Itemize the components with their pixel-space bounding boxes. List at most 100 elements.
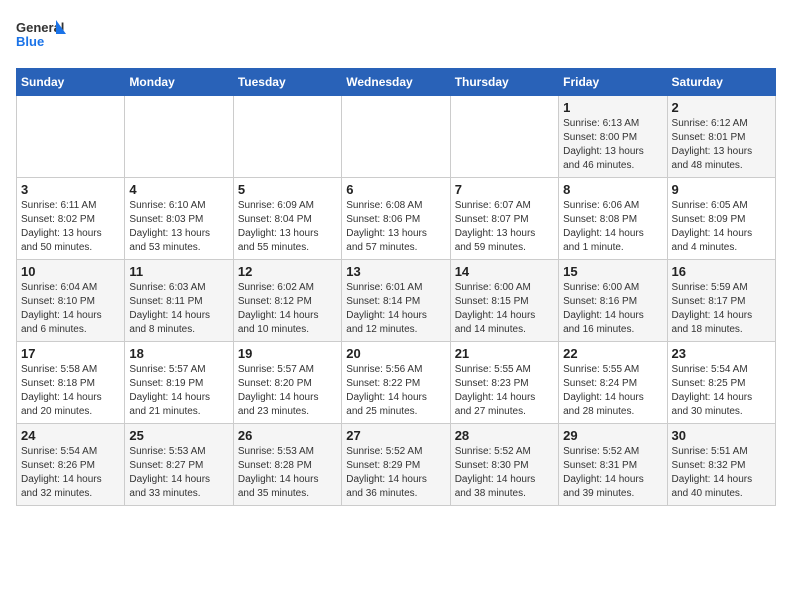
day-info: Sunrise: 6:03 AM Sunset: 8:11 PM Dayligh…: [129, 281, 228, 337]
day-info: Sunrise: 5:55 AM Sunset: 8:24 PM Dayligh…: [563, 363, 662, 419]
calendar-cell: 23 Sunrise: 5:54 AM Sunset: 8:25 PM Dayli…: [667, 342, 775, 424]
day-number: 2: [672, 100, 771, 115]
day-info: Sunrise: 6:02 AM Sunset: 8:12 PM Dayligh…: [238, 281, 337, 337]
day-number: 27: [346, 428, 445, 443]
day-info: Sunrise: 5:55 AM Sunset: 8:23 PM Dayligh…: [455, 363, 554, 419]
header-day-tuesday: Tuesday: [233, 69, 341, 96]
logo-svg: General Blue: [16, 16, 66, 58]
day-info: Sunrise: 5:52 AM Sunset: 8:30 PM Dayligh…: [455, 445, 554, 501]
calendar-cell: 2 Sunrise: 6:12 AM Sunset: 8:01 PM Daylig…: [667, 96, 775, 178]
day-info: Sunrise: 5:54 AM Sunset: 8:25 PM Dayligh…: [672, 363, 771, 419]
day-info: Sunrise: 6:08 AM Sunset: 8:06 PM Dayligh…: [346, 199, 445, 255]
calendar-week-row: 3Sunrise: 6:11 AM Sunset: 8:02 PM Daylig…: [17, 178, 776, 260]
day-info: Sunrise: 6:13 AM Sunset: 8:00 PM Dayligh…: [563, 117, 662, 173]
calendar-cell: 5 Sunrise: 6:09 AM Sunset: 8:04 PM Daylig…: [233, 178, 341, 260]
calendar-cell: 6Sunrise: 6:08 AM Sunset: 8:06 PM Daylig…: [342, 178, 450, 260]
calendar-cell: 15 Sunrise: 6:00 AM Sunset: 8:16 PM Dayli…: [559, 260, 667, 342]
calendar-cell: 11 Sunrise: 6:03 AM Sunset: 8:11 PM Dayli…: [125, 260, 233, 342]
day-number: 22: [563, 346, 662, 361]
day-info: Sunrise: 5:53 AM Sunset: 8:28 PM Dayligh…: [238, 445, 337, 501]
calendar-cell: 22 Sunrise: 5:55 AM Sunset: 8:24 PM Dayli…: [559, 342, 667, 424]
calendar-cell: 13 Sunrise: 6:01 AM Sunset: 8:14 PM Dayli…: [342, 260, 450, 342]
header-day-wednesday: Wednesday: [342, 69, 450, 96]
day-number: 17: [21, 346, 120, 361]
day-info: Sunrise: 5:52 AM Sunset: 8:29 PM Dayligh…: [346, 445, 445, 501]
header-day-friday: Friday: [559, 69, 667, 96]
day-number: 13: [346, 264, 445, 279]
calendar-cell: [450, 96, 558, 178]
day-info: Sunrise: 6:07 AM Sunset: 8:07 PM Dayligh…: [455, 199, 554, 255]
calendar-cell: [233, 96, 341, 178]
day-number: 12: [238, 264, 337, 279]
calendar-cell: 7Sunrise: 6:07 AM Sunset: 8:07 PM Daylig…: [450, 178, 558, 260]
day-number: 25: [129, 428, 228, 443]
day-info: Sunrise: 6:00 AM Sunset: 8:16 PM Dayligh…: [563, 281, 662, 337]
calendar-week-row: 17 Sunrise: 5:58 AM Sunset: 8:18 PM Dayli…: [17, 342, 776, 424]
day-info: Sunrise: 5:52 AM Sunset: 8:31 PM Dayligh…: [563, 445, 662, 501]
day-number: 1: [563, 100, 662, 115]
day-number: 10: [21, 264, 120, 279]
calendar-cell: 28 Sunrise: 5:52 AM Sunset: 8:30 PM Dayli…: [450, 424, 558, 506]
calendar-cell: 3Sunrise: 6:11 AM Sunset: 8:02 PM Daylig…: [17, 178, 125, 260]
day-info: Sunrise: 5:53 AM Sunset: 8:27 PM Dayligh…: [129, 445, 228, 501]
day-info: Sunrise: 6:10 AM Sunset: 8:03 PM Dayligh…: [129, 199, 228, 255]
day-info: Sunrise: 5:58 AM Sunset: 8:18 PM Dayligh…: [21, 363, 120, 419]
day-info: Sunrise: 6:05 AM Sunset: 8:09 PM Dayligh…: [672, 199, 771, 255]
calendar-header-row: SundayMondayTuesdayWednesdayThursdayFrid…: [17, 69, 776, 96]
day-info: Sunrise: 5:59 AM Sunset: 8:17 PM Dayligh…: [672, 281, 771, 337]
day-info: Sunrise: 6:09 AM Sunset: 8:04 PM Dayligh…: [238, 199, 337, 255]
day-number: 8: [563, 182, 662, 197]
calendar-cell: 18 Sunrise: 5:57 AM Sunset: 8:19 PM Dayli…: [125, 342, 233, 424]
calendar-week-row: 10 Sunrise: 6:04 AM Sunset: 8:10 PM Dayli…: [17, 260, 776, 342]
day-number: 5: [238, 182, 337, 197]
day-number: 21: [455, 346, 554, 361]
day-info: Sunrise: 5:57 AM Sunset: 8:19 PM Dayligh…: [129, 363, 228, 419]
calendar-cell: 10 Sunrise: 6:04 AM Sunset: 8:10 PM Dayli…: [17, 260, 125, 342]
calendar-cell: 1 Sunrise: 6:13 AM Sunset: 8:00 PM Daylig…: [559, 96, 667, 178]
day-info: Sunrise: 6:11 AM Sunset: 8:02 PM Dayligh…: [21, 199, 120, 255]
calendar-cell: 29 Sunrise: 5:52 AM Sunset: 8:31 PM Dayli…: [559, 424, 667, 506]
header-day-sunday: Sunday: [17, 69, 125, 96]
day-number: 4: [129, 182, 228, 197]
header-day-monday: Monday: [125, 69, 233, 96]
calendar-cell: 17 Sunrise: 5:58 AM Sunset: 8:18 PM Dayli…: [17, 342, 125, 424]
calendar-cell: 4 Sunrise: 6:10 AM Sunset: 8:03 PM Daylig…: [125, 178, 233, 260]
calendar-cell: 26 Sunrise: 5:53 AM Sunset: 8:28 PM Dayli…: [233, 424, 341, 506]
logo: General Blue: [16, 16, 66, 58]
day-info: Sunrise: 6:12 AM Sunset: 8:01 PM Dayligh…: [672, 117, 771, 173]
day-number: 23: [672, 346, 771, 361]
calendar-cell: 16 Sunrise: 5:59 AM Sunset: 8:17 PM Dayli…: [667, 260, 775, 342]
day-info: Sunrise: 6:01 AM Sunset: 8:14 PM Dayligh…: [346, 281, 445, 337]
day-number: 18: [129, 346, 228, 361]
day-number: 14: [455, 264, 554, 279]
svg-text:Blue: Blue: [16, 34, 44, 49]
day-number: 15: [563, 264, 662, 279]
calendar-cell: 14 Sunrise: 6:00 AM Sunset: 8:15 PM Dayli…: [450, 260, 558, 342]
calendar-cell: 24Sunrise: 5:54 AM Sunset: 8:26 PM Dayli…: [17, 424, 125, 506]
calendar-cell: 20Sunrise: 5:56 AM Sunset: 8:22 PM Dayli…: [342, 342, 450, 424]
calendar-cell: 21 Sunrise: 5:55 AM Sunset: 8:23 PM Dayli…: [450, 342, 558, 424]
calendar-week-row: 1 Sunrise: 6:13 AM Sunset: 8:00 PM Daylig…: [17, 96, 776, 178]
day-info: Sunrise: 6:06 AM Sunset: 8:08 PM Dayligh…: [563, 199, 662, 255]
calendar-week-row: 24Sunrise: 5:54 AM Sunset: 8:26 PM Dayli…: [17, 424, 776, 506]
day-number: 16: [672, 264, 771, 279]
day-info: Sunrise: 5:56 AM Sunset: 8:22 PM Dayligh…: [346, 363, 445, 419]
calendar-cell: 12 Sunrise: 6:02 AM Sunset: 8:12 PM Dayli…: [233, 260, 341, 342]
day-info: Sunrise: 6:00 AM Sunset: 8:15 PM Dayligh…: [455, 281, 554, 337]
day-number: 29: [563, 428, 662, 443]
day-number: 9: [672, 182, 771, 197]
calendar-cell: [17, 96, 125, 178]
day-number: 26: [238, 428, 337, 443]
calendar-cell: [125, 96, 233, 178]
calendar-table: SundayMondayTuesdayWednesdayThursdayFrid…: [16, 68, 776, 506]
header-day-saturday: Saturday: [667, 69, 775, 96]
day-number: 28: [455, 428, 554, 443]
calendar-cell: 19Sunrise: 5:57 AM Sunset: 8:20 PM Dayli…: [233, 342, 341, 424]
calendar-cell: 8 Sunrise: 6:06 AM Sunset: 8:08 PM Daylig…: [559, 178, 667, 260]
calendar-cell: 30Sunrise: 5:51 AM Sunset: 8:32 PM Dayli…: [667, 424, 775, 506]
day-info: Sunrise: 6:04 AM Sunset: 8:10 PM Dayligh…: [21, 281, 120, 337]
calendar-cell: [342, 96, 450, 178]
day-number: 30: [672, 428, 771, 443]
day-number: 11: [129, 264, 228, 279]
calendar-cell: 27 Sunrise: 5:52 AM Sunset: 8:29 PM Dayli…: [342, 424, 450, 506]
